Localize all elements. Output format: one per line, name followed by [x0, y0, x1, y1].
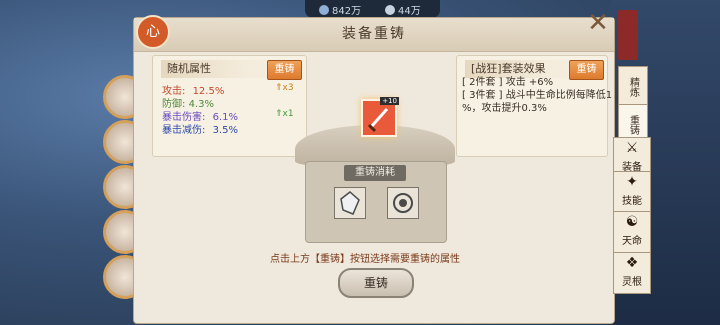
- tab-destiny[interactable]: ☯ 天命: [613, 211, 651, 253]
- recast-set-button[interactable]: 重铸: [569, 60, 604, 80]
- altar-label: 重铸消耗: [344, 165, 406, 181]
- resource-2-value: 44万: [398, 6, 421, 17]
- set-effect-line: %，攻击提升0.3%: [462, 103, 547, 114]
- stat-crit-reduction-label: 暴击减伤:: [162, 125, 206, 136]
- stat-up-count: x1: [282, 109, 294, 119]
- resource-silver: 842万: [319, 2, 361, 17]
- material-slot-scroll[interactable]: [387, 187, 419, 219]
- spirit-root-tab-icon: ❖: [625, 255, 639, 271]
- stat-up-count: x3: [282, 83, 294, 93]
- silver-coin-icon: [319, 4, 329, 15]
- item-level: +10: [380, 97, 399, 105]
- window-logo-icon: 心: [136, 15, 170, 49]
- recast-main-button[interactable]: 重铸: [338, 268, 414, 298]
- equipment-tab-icon: ⚔: [625, 140, 639, 156]
- set-effect-line: [ 3件套 ] 战斗中生命比例每降低1: [462, 90, 613, 101]
- top-resource-bar: 842万 44万: [305, 0, 440, 18]
- sword-icon: [367, 108, 389, 133]
- recast-attr-button[interactable]: 重铸: [267, 60, 302, 80]
- tab-refine[interactable]: 精炼: [618, 66, 648, 108]
- stat-up-mark: ⇑x3: [275, 83, 294, 93]
- set-effect-line: [ 2件套 ] 攻击 +6%: [462, 77, 554, 88]
- scroll-icon: [393, 193, 413, 213]
- tab-spirit-root-label: 灵根: [622, 277, 642, 288]
- skill-tab-icon: ✦: [626, 174, 638, 190]
- tab-spirit-root[interactable]: ❖ 灵根: [613, 252, 651, 294]
- equipment-item[interactable]: +10: [361, 97, 399, 137]
- tab-skill[interactable]: ✦ 技能: [613, 171, 651, 213]
- resource-gem: 44万: [385, 2, 421, 17]
- tab-skill-label: 技能: [622, 196, 642, 207]
- tab-ornament: [618, 10, 638, 60]
- arrow-up-icon: ⇑: [275, 109, 283, 119]
- recast-altar: 重铸消耗: [290, 125, 460, 245]
- destiny-tab-icon: ☯: [625, 214, 639, 230]
- stat-crit-reduction: 暴击减伤: 3.5%: [162, 121, 238, 136]
- material-slot-crystal[interactable]: [334, 187, 366, 219]
- resource-1-value: 842万: [332, 6, 362, 17]
- window-title: 装备重铸: [134, 18, 614, 52]
- stat-up-mark: ⇑x1: [275, 109, 294, 119]
- tab-destiny-label: 天命: [622, 236, 642, 247]
- crystal-icon: [340, 191, 360, 215]
- arrow-up-icon: ⇑: [275, 83, 283, 93]
- stat-crit-reduction-value: 3.5%: [212, 125, 238, 136]
- recast-hint: 点击上方【重铸】按钮选择需要重铸的属性: [270, 254, 460, 265]
- close-button[interactable]: ✕: [585, 10, 611, 36]
- gem-icon: [385, 4, 395, 15]
